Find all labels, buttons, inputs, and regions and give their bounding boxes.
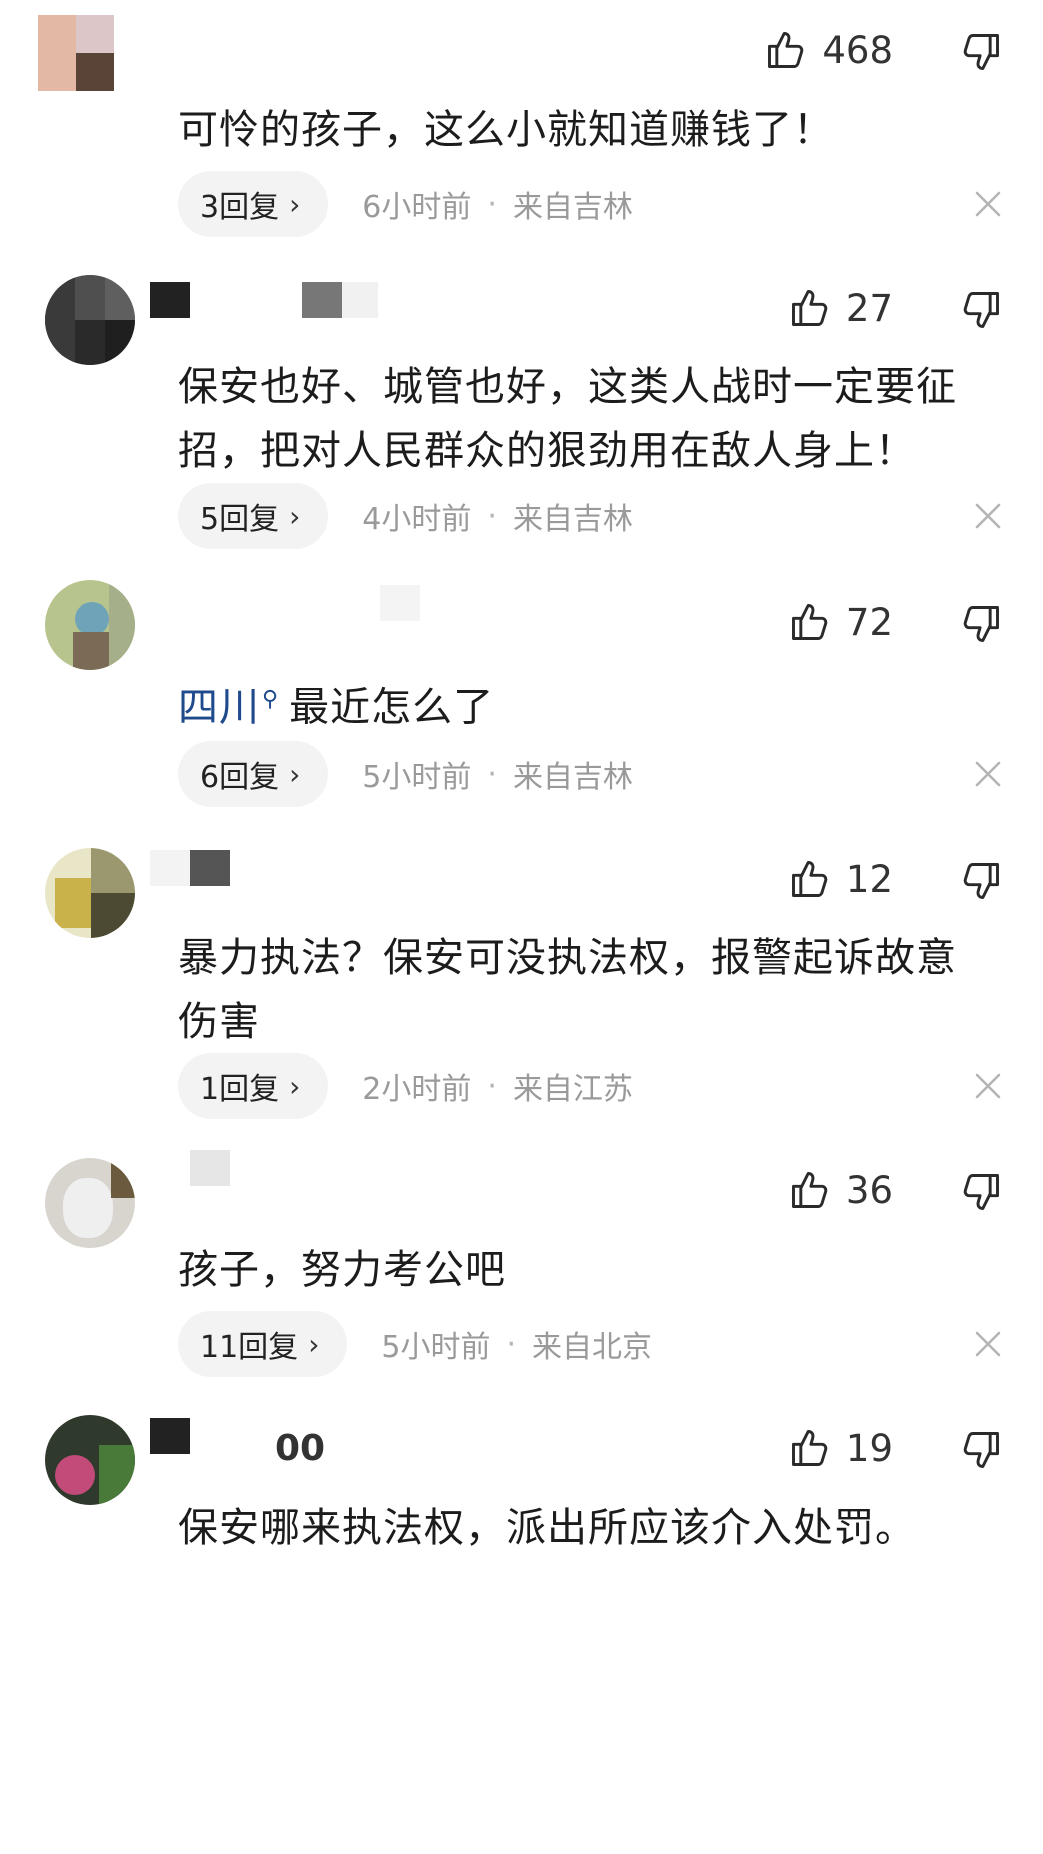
close-icon[interactable] bbox=[971, 1069, 1005, 1103]
comment-text: 保安也好、城管也好，这类人战时一定要征招，把对人民群众的狠劲用在敌人身上！ bbox=[178, 364, 957, 474]
like-button[interactable]: 19 bbox=[788, 1418, 893, 1478]
like-count: 468 bbox=[822, 28, 893, 72]
replies-button[interactable]: 3回复 › bbox=[178, 171, 329, 237]
comment-location: 来自北京 bbox=[532, 1330, 653, 1365]
chevron-right-icon: › bbox=[289, 499, 301, 533]
thumbs-up-icon bbox=[788, 857, 832, 901]
comment-time: 5小时前 bbox=[362, 760, 472, 795]
comment-time: 4小时前 bbox=[362, 502, 472, 537]
comment-text: 暴力执法？保安可没执法权，报警起诉故意伤害 bbox=[178, 935, 957, 1045]
thumbs-up-icon bbox=[788, 286, 832, 330]
comment-meta: 3回复 › 6小时前 · 来自吉林 bbox=[178, 170, 633, 238]
comment-meta: 6回复 › 5小时前 · 来自吉林 bbox=[178, 740, 633, 808]
comment-text: 可怜的孩子，这么小就知道赚钱了！ bbox=[178, 107, 834, 153]
separator: · bbox=[487, 498, 497, 534]
topic-link[interactable]: 四川 bbox=[178, 684, 260, 730]
comment-text: 四川⚲ 最近怎么了 bbox=[178, 668, 983, 739]
replies-button[interactable]: 11回复 › bbox=[178, 1311, 348, 1377]
thumbs-up-icon bbox=[788, 1168, 832, 1212]
comment-location: 来自吉林 bbox=[512, 190, 633, 225]
username[interactable] bbox=[150, 282, 380, 322]
replies-count: 11回复 bbox=[200, 1330, 299, 1365]
separator: · bbox=[506, 1326, 517, 1362]
replies-count: 6回复 bbox=[200, 760, 280, 795]
username-suffix[interactable]: 00 bbox=[275, 1428, 325, 1469]
replies-count: 5回复 bbox=[200, 502, 280, 537]
chevron-right-icon: › bbox=[308, 1327, 320, 1361]
like-button[interactable]: 12 bbox=[788, 849, 893, 909]
thumbs-down-icon[interactable] bbox=[959, 1428, 1003, 1472]
chevron-right-icon: › bbox=[289, 1069, 301, 1103]
like-count: 19 bbox=[845, 1426, 893, 1470]
comment-text: 保安哪来执法权，派出所应该介入处罚。 bbox=[178, 1505, 916, 1551]
like-button[interactable]: 468 bbox=[764, 20, 893, 80]
like-button[interactable]: 72 bbox=[788, 592, 893, 652]
like-count: 27 bbox=[845, 286, 893, 330]
like-count: 72 bbox=[845, 600, 893, 644]
thumbs-down-icon[interactable] bbox=[959, 30, 1003, 74]
close-icon[interactable] bbox=[971, 1327, 1005, 1361]
avatar[interactable] bbox=[45, 275, 135, 365]
comment-text: 孩子，努力考公吧 bbox=[178, 1247, 506, 1293]
comment-time: 5小时前 bbox=[381, 1330, 491, 1365]
avatar[interactable] bbox=[45, 580, 135, 670]
replies-button[interactable]: 6回复 › bbox=[178, 741, 329, 807]
thumbs-down-icon[interactable] bbox=[959, 602, 1003, 646]
close-icon[interactable] bbox=[971, 187, 1005, 221]
replies-button[interactable]: 5回复 › bbox=[178, 483, 329, 549]
avatar[interactable] bbox=[38, 15, 114, 91]
like-button[interactable]: 36 bbox=[788, 1160, 893, 1220]
avatar[interactable] bbox=[45, 1158, 135, 1248]
username[interactable] bbox=[150, 1150, 270, 1190]
comment-meta: 5回复 › 4小时前 · 来自吉林 bbox=[178, 482, 633, 550]
comment-meta: 11回复 › 5小时前 · 来自北京 bbox=[178, 1310, 652, 1378]
avatar[interactable] bbox=[45, 1415, 135, 1505]
close-icon[interactable] bbox=[971, 757, 1005, 791]
separator: · bbox=[487, 186, 497, 222]
thumbs-up-icon bbox=[764, 28, 808, 72]
separator: · bbox=[487, 1068, 497, 1104]
comment-location: 来自吉林 bbox=[512, 760, 633, 795]
comment-meta: 1回复 › 2小时前 · 来自江苏 bbox=[178, 1052, 633, 1120]
avatar[interactable] bbox=[45, 848, 135, 938]
comment-location: 来自江苏 bbox=[512, 1072, 633, 1107]
thumbs-up-icon bbox=[788, 600, 832, 644]
comment-time: 2小时前 bbox=[362, 1072, 472, 1107]
comment-location: 来自吉林 bbox=[512, 502, 633, 537]
comment-time: 6小时前 bbox=[362, 190, 472, 225]
chevron-right-icon: › bbox=[289, 187, 301, 221]
like-button[interactable]: 27 bbox=[788, 278, 893, 338]
username[interactable] bbox=[150, 850, 270, 890]
replies-count: 1回复 bbox=[200, 1072, 280, 1107]
comment-text-body: 最近怎么了 bbox=[289, 684, 495, 731]
chevron-right-icon: › bbox=[289, 757, 301, 791]
username[interactable] bbox=[380, 585, 460, 625]
thumbs-down-icon[interactable] bbox=[959, 859, 1003, 903]
close-icon[interactable] bbox=[971, 499, 1005, 533]
like-count: 12 bbox=[845, 857, 893, 901]
thumbs-up-icon bbox=[788, 1426, 832, 1470]
replies-count: 3回复 bbox=[200, 190, 280, 225]
search-icon: ⚲ bbox=[262, 687, 280, 712]
like-count: 36 bbox=[845, 1168, 893, 1212]
separator: · bbox=[487, 756, 497, 792]
replies-button[interactable]: 1回复 › bbox=[178, 1053, 329, 1119]
thumbs-down-icon[interactable] bbox=[959, 288, 1003, 332]
thumbs-down-icon[interactable] bbox=[959, 1170, 1003, 1214]
